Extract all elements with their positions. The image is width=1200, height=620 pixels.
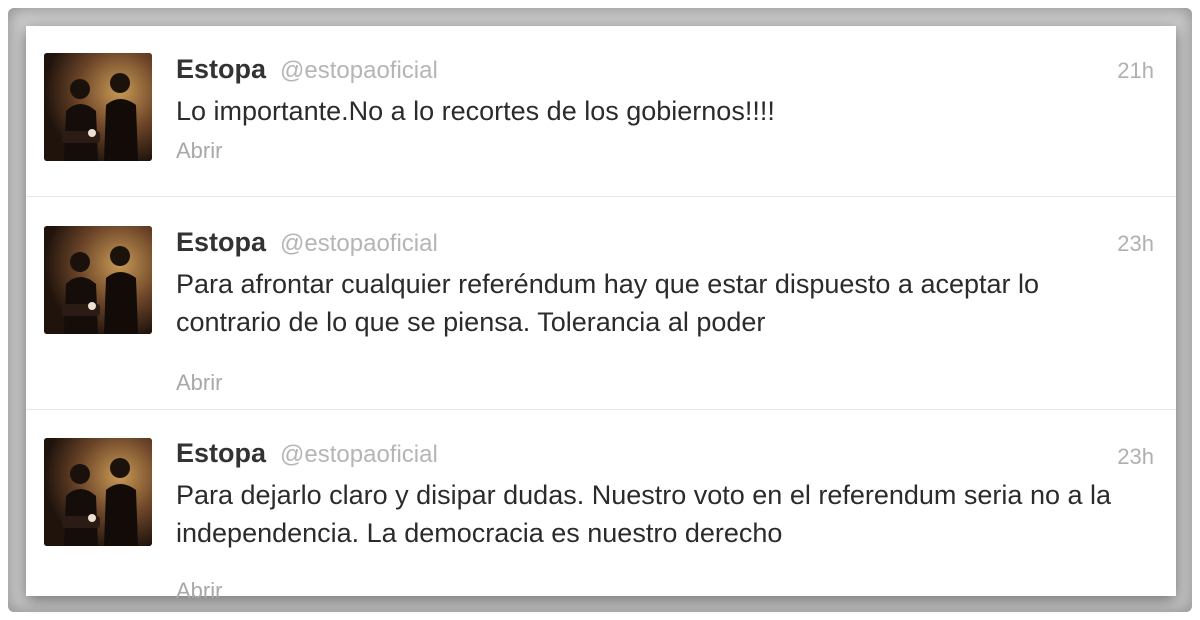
tweet-item: Estopa @estopaoficial 23h Para afrontar … bbox=[26, 197, 1176, 410]
tweet-header: Estopa @estopaoficial bbox=[176, 227, 438, 261]
tweet-header: Estopa @estopaoficial bbox=[176, 54, 438, 88]
screenshot-frame: Estopa @estopaoficial 21h Lo importante.… bbox=[8, 8, 1192, 612]
timestamp[interactable]: 23h bbox=[1117, 444, 1154, 470]
tweet-text: Para dejarlo claro y disipar dudas. Nues… bbox=[176, 480, 1112, 548]
tweet-header: Estopa @estopaoficial bbox=[176, 438, 438, 472]
avatar[interactable] bbox=[44, 53, 152, 161]
avatar[interactable] bbox=[44, 226, 152, 334]
author-handle[interactable]: @estopaoficial bbox=[280, 441, 438, 469]
author-handle[interactable]: @estopaoficial bbox=[280, 57, 438, 85]
author-handle[interactable]: @estopaoficial bbox=[280, 230, 438, 258]
tweet-timeline: Estopa @estopaoficial 21h Lo importante.… bbox=[26, 26, 1176, 603]
open-link[interactable]: Abrir bbox=[176, 370, 222, 396]
open-link[interactable]: Abrir bbox=[176, 578, 222, 604]
tweet-item: Estopa @estopaoficial 23h Para dejarlo c… bbox=[26, 410, 1176, 603]
author-name[interactable]: Estopa bbox=[176, 54, 266, 85]
timestamp[interactable]: 23h bbox=[1117, 231, 1154, 257]
tweet-text: Lo importante.No a lo recortes de los go… bbox=[176, 96, 775, 126]
open-link[interactable]: Abrir bbox=[176, 138, 222, 164]
author-name[interactable]: Estopa bbox=[176, 438, 266, 469]
author-name[interactable]: Estopa bbox=[176, 227, 266, 258]
avatar[interactable] bbox=[44, 438, 152, 546]
tweet-text: Para afrontar cualquier referéndum hay q… bbox=[176, 269, 1040, 337]
timestamp[interactable]: 21h bbox=[1117, 58, 1154, 84]
tweet-item: Estopa @estopaoficial 21h Lo importante.… bbox=[26, 26, 1176, 197]
